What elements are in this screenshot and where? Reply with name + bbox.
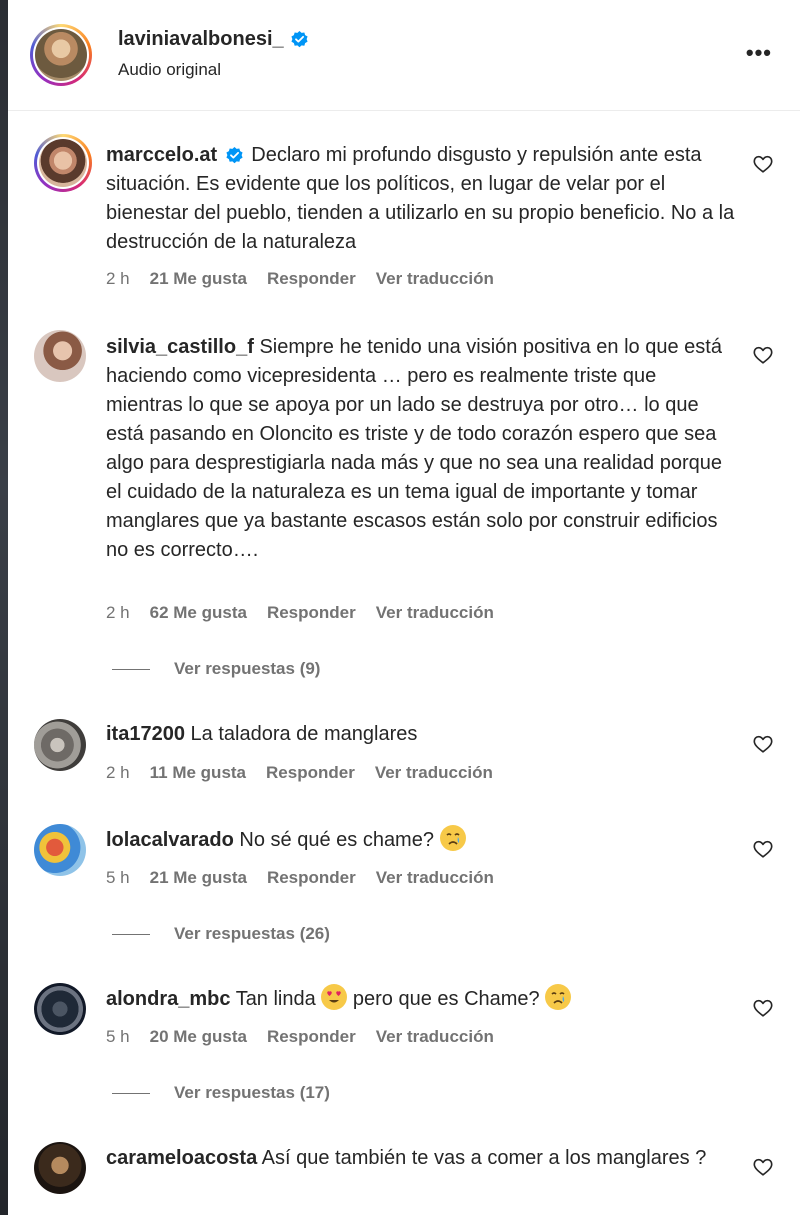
translate-button[interactable]: Ver traducción [376, 269, 494, 289]
header-avatar[interactable] [30, 24, 92, 86]
translate-button[interactable]: Ver traducción [375, 763, 493, 783]
comment-avatar[interactable] [34, 134, 92, 192]
comment-meta: 5 h 20 Me gusta Responder Ver traducción [106, 1027, 494, 1047]
reply-button[interactable]: Responder [267, 603, 356, 623]
verified-badge-icon [291, 30, 308, 48]
reply-button[interactable]: Responder [267, 868, 356, 888]
comment-username[interactable]: lolacalvarado [106, 829, 234, 851]
reply-button[interactable]: Responder [266, 763, 355, 783]
heart-eyes-emoji-icon [321, 984, 348, 1010]
comment-avatar[interactable] [34, 983, 86, 1035]
comment-likes[interactable]: 21 Me gusta [150, 269, 247, 289]
comment-likes[interactable]: 20 Me gusta [150, 1027, 247, 1047]
comment-time: 2 h [106, 269, 130, 288]
view-replies-label[interactable]: Ver respuestas (17) [174, 1083, 330, 1103]
like-heart-icon[interactable] [752, 997, 774, 1019]
translate-button[interactable]: Ver traducción [376, 603, 494, 623]
view-replies-label[interactable]: Ver respuestas (9) [174, 659, 320, 679]
replies-divider-line [112, 1092, 150, 1094]
more-horizontal-icon[interactable]: ••• [746, 42, 772, 64]
reel-header: laviniavalbonesi_ Audio original ••• [8, 0, 800, 111]
comment-content: Siempre he tenido una visión positiva en… [106, 336, 722, 561]
comment-content-part1: Tan linda [235, 988, 316, 1010]
comment-text: silvia_castillo_f Siempre he tenido una … [106, 333, 736, 565]
comment-meta: 2 h 21 Me gusta Responder Ver traducción [106, 269, 494, 289]
comment-text: marccelo.at Declaro mi profundo disgusto… [106, 141, 736, 257]
view-replies-label[interactable]: Ver respuestas (26) [174, 924, 330, 944]
comment-avatar[interactable] [34, 719, 86, 771]
comment-username[interactable]: marccelo.at [106, 144, 217, 166]
comment-username[interactable]: alondra_mbc [106, 988, 230, 1010]
comment-username[interactable]: ita17200 [106, 723, 185, 745]
like-heart-icon[interactable] [752, 733, 774, 755]
replies-divider-line [112, 933, 150, 935]
comment-content-part2: pero que es Chame? [352, 988, 540, 1010]
comment-time: 5 h [106, 1027, 130, 1046]
reply-button[interactable]: Responder [267, 1027, 356, 1047]
comment-content: No sé qué es chame? [239, 829, 434, 851]
translate-button[interactable]: Ver traducción [376, 1027, 494, 1047]
view-replies-button[interactable]: Ver respuestas (9) [112, 659, 320, 679]
header-username-row[interactable]: laviniavalbonesi_ [118, 28, 309, 51]
comment-text: carameloacosta Así que también te vas a … [106, 1144, 736, 1173]
comment-text: lolacalvarado No sé qué es chame? [106, 825, 736, 855]
like-heart-icon[interactable] [752, 838, 774, 860]
like-heart-icon[interactable] [752, 344, 774, 366]
comment-avatar[interactable] [34, 824, 86, 876]
comment-time: 2 h [106, 763, 130, 782]
like-heart-icon[interactable] [752, 153, 774, 175]
crying-face-emoji-icon [545, 984, 572, 1010]
view-replies-button[interactable]: Ver respuestas (17) [112, 1083, 330, 1103]
comment-content: La taladora de manglares [190, 723, 418, 745]
crying-face-emoji-icon [439, 825, 466, 851]
comment-meta: 5 h 21 Me gusta Responder Ver traducción [106, 868, 494, 888]
audio-label[interactable]: Audio original [118, 60, 221, 80]
comment-username[interactable]: carameloacosta [106, 1147, 257, 1169]
header-username[interactable]: laviniavalbonesi_ [118, 28, 284, 51]
comment-likes[interactable]: 21 Me gusta [150, 868, 247, 888]
comment-likes[interactable]: 11 Me gusta [150, 763, 246, 783]
like-heart-icon[interactable] [752, 1156, 774, 1178]
replies-divider-line [112, 668, 150, 670]
comment-meta: 2 h 11 Me gusta Responder Ver traducción [106, 763, 493, 783]
comment-avatar[interactable] [34, 1142, 86, 1194]
background-window-edge [0, 0, 8, 1215]
translate-button[interactable]: Ver traducción [376, 868, 494, 888]
comment-likes[interactable]: 62 Me gusta [150, 603, 247, 623]
comment-time: 2 h [106, 603, 130, 622]
reply-button[interactable]: Responder [267, 269, 356, 289]
comment-username[interactable]: silvia_castillo_f [106, 336, 254, 358]
comment-meta: 2 h 62 Me gusta Responder Ver traducción [106, 603, 494, 623]
comment-text: alondra_mbc Tan linda pero que es Chame? [106, 984, 736, 1014]
comment-avatar[interactable] [34, 330, 86, 382]
view-replies-button[interactable]: Ver respuestas (26) [112, 924, 330, 944]
comment-time: 5 h [106, 868, 130, 887]
comment-content: Así que también te vas a comer a los man… [261, 1147, 707, 1169]
verified-badge-icon [226, 147, 243, 164]
comment-text: ita17200 La taladora de manglares [106, 720, 736, 749]
